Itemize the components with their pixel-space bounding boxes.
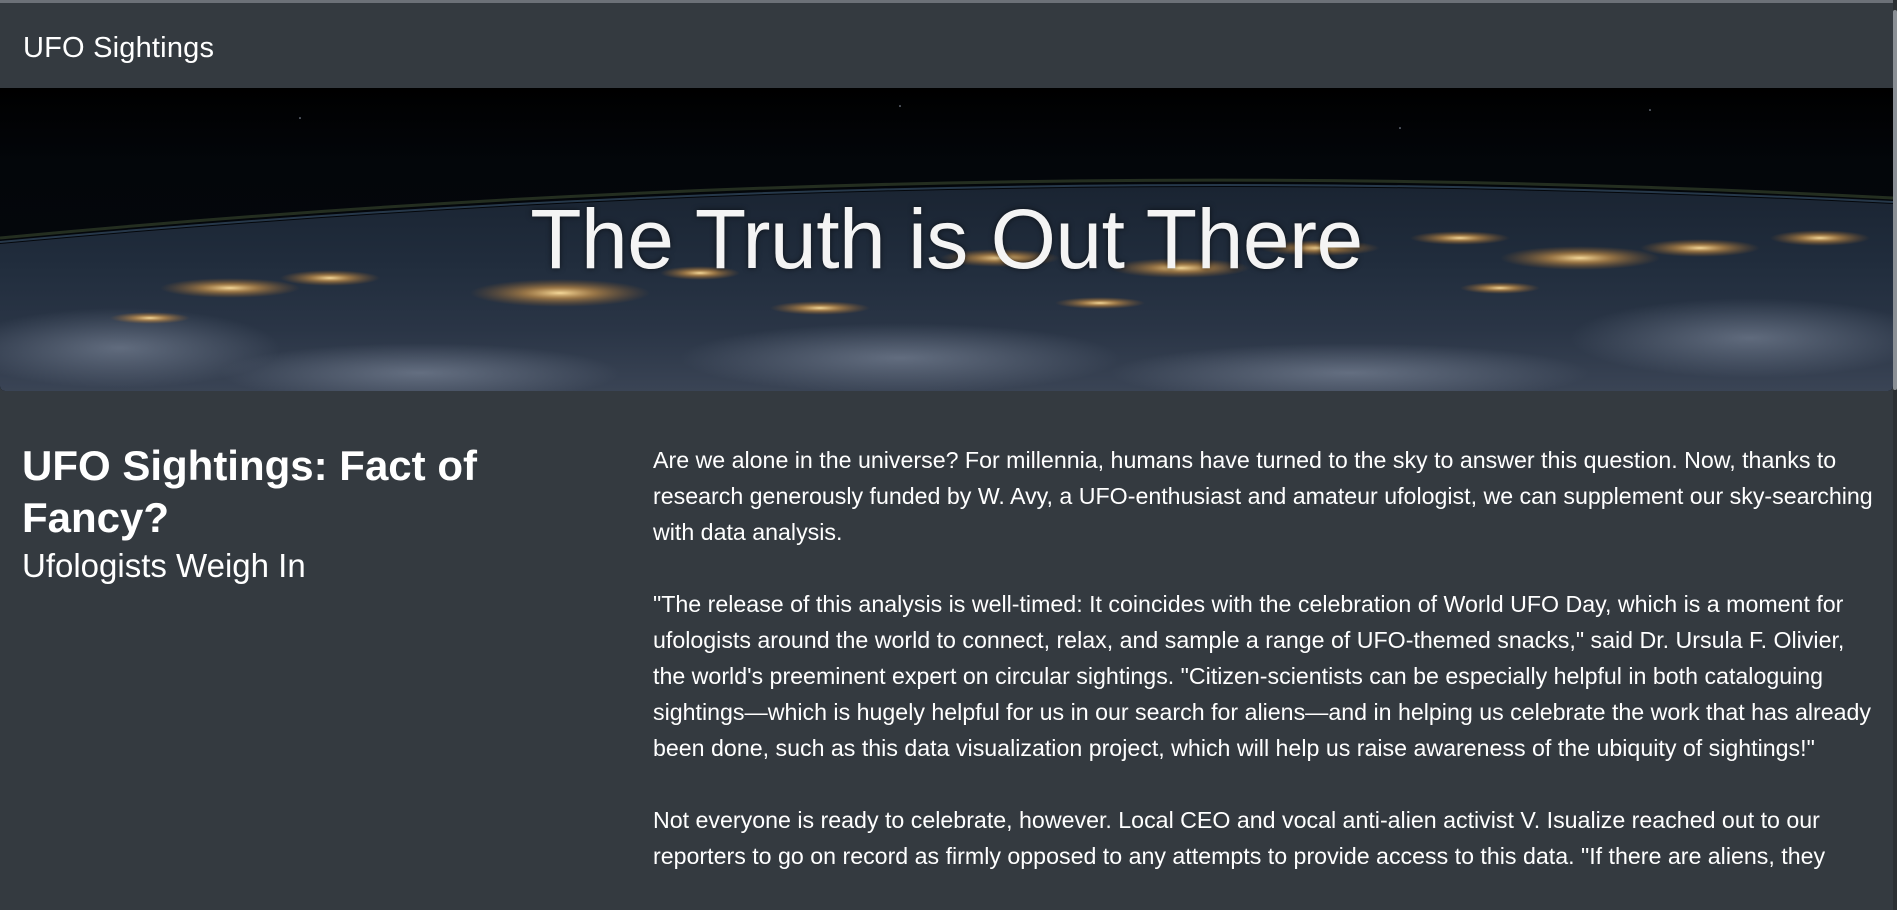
hero-title: The Truth is Out There: [530, 192, 1363, 286]
article-subheadline: Ufologists Weigh In: [22, 547, 306, 584]
navbar: UFO Sightings: [0, 3, 1897, 88]
hero-banner: The Truth is Out There: [0, 88, 1893, 391]
scrollbar-thumb[interactable]: [1893, 10, 1897, 390]
article-paragraph: Are we alone in the universe? For millen…: [653, 447, 1873, 545]
page-scrollbar[interactable]: [1893, 0, 1897, 910]
article-paragraph: "The release of this analysis is well-ti…: [653, 591, 1872, 761]
article-paragraph: Not everyone is ready to celebrate, howe…: [653, 807, 1826, 869]
article-headline: UFO Sightings: Fact of Fancy?: [22, 442, 477, 541]
navbar-brand-link[interactable]: UFO Sightings: [23, 30, 214, 66]
article-heading-column: UFO Sightings: Fact of Fancy? Ufologists…: [22, 440, 622, 588]
article-body: Are we alone in the universe? For millen…: [653, 442, 1875, 910]
